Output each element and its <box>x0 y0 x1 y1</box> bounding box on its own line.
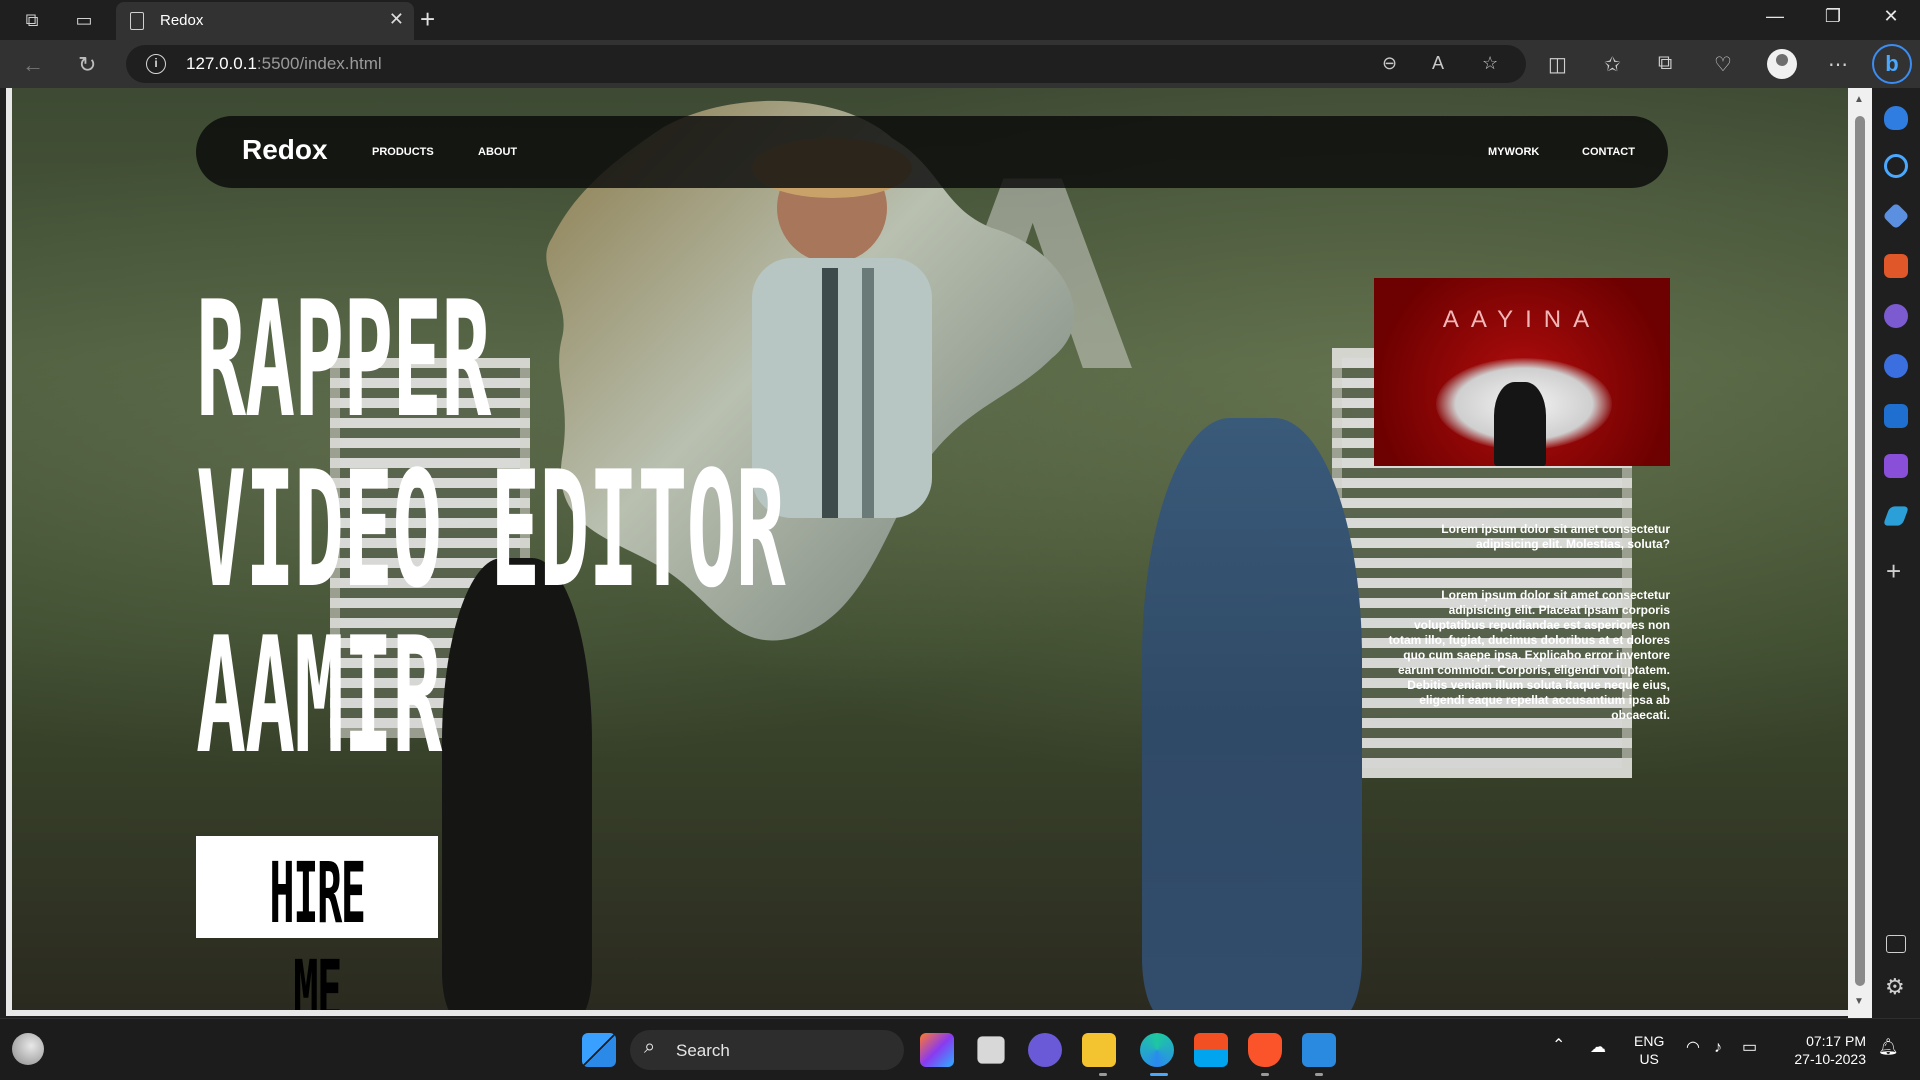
store-icon[interactable] <box>1194 1033 1228 1067</box>
notifications-icon[interactable] <box>1884 106 1908 130</box>
tools-icon[interactable] <box>1884 254 1908 278</box>
file-explorer-icon[interactable] <box>1082 1033 1116 1067</box>
search-placeholder: Search <box>676 1041 730 1060</box>
language-code: ENG <box>1634 1033 1665 1049</box>
nav-products[interactable]: PRODUCTS <box>372 146 434 158</box>
site-logo[interactable]: Redox <box>242 134 328 166</box>
minimize-button[interactable]: — <box>1752 6 1798 27</box>
close-tab-icon[interactable]: ✕ <box>389 9 404 30</box>
region-code: US <box>1639 1051 1659 1067</box>
onedrive-icon[interactable]: ☁ <box>1590 1039 1606 1057</box>
taskbar-search[interactable]: ⌕ Search <box>630 1030 904 1070</box>
vscode-icon[interactable] <box>1302 1033 1336 1067</box>
hire-me-label: HIRE ME <box>269 844 366 1016</box>
outlook-icon[interactable] <box>1884 404 1908 428</box>
add-sidebar-icon[interactable]: + <box>1886 556 1901 587</box>
scroll-up-icon[interactable]: ▲ <box>1854 94 1864 105</box>
close-window-button[interactable]: ✕ <box>1868 6 1914 27</box>
active-indicator <box>1150 1073 1168 1076</box>
workspaces-icon[interactable]: ⧉ <box>20 8 44 32</box>
split-screen-icon[interactable]: ◫ <box>1548 52 1567 77</box>
favorites-icon[interactable]: ✩ <box>1604 52 1621 77</box>
hire-me-button[interactable]: HIRE ME <box>196 836 438 1010</box>
performance-icon[interactable]: ♡ <box>1714 52 1732 77</box>
teams-chat-icon[interactable] <box>1028 1033 1062 1067</box>
page-viewport: A Redox PRODUCTS ABOUT MYWORK CONTACT RA… <box>6 88 1848 1016</box>
zoom-icon[interactable]: ⊖ <box>1382 53 1397 74</box>
microsoft-365-icon[interactable] <box>1884 354 1908 378</box>
windows-taskbar: ⌕ Search ⌃ ☁ ENG US ◠ ♪ ▭ 07:17 PM 27-10… <box>0 1018 1920 1080</box>
url-host: 127.0.0.1 <box>186 54 257 73</box>
tab-actions-icon[interactable]: ▭ <box>72 8 96 32</box>
language-indicator[interactable]: ENG US <box>1634 1032 1664 1068</box>
brave-icon[interactable] <box>1248 1033 1282 1067</box>
nav-about[interactable]: ABOUT <box>478 146 517 158</box>
edge-sidebar: + ⚙ <box>1872 88 1920 1018</box>
running-indicator <box>1315 1073 1323 1076</box>
edge-icon[interactable] <box>1140 1033 1174 1067</box>
page-scrollbar[interactable]: ▲ ▼ <box>1848 88 1872 1018</box>
show-hidden-icons[interactable]: ⌃ <box>1552 1037 1565 1055</box>
nav-mywork[interactable]: MYWORK <box>1488 146 1539 158</box>
sidebar-settings-icon[interactable]: ⚙ <box>1885 974 1905 1000</box>
read-aloud-icon[interactable]: A <box>1432 53 1444 74</box>
copilot-icon[interactable]: b <box>1872 44 1912 84</box>
games-icon[interactable] <box>1884 304 1908 328</box>
notification-bell-icon[interactable]: 🔔︎ <box>1878 1039 1898 1057</box>
running-indicator <box>1261 1073 1269 1076</box>
start-icon[interactable] <box>582 1033 616 1067</box>
album-title: AAYINA <box>1442 306 1602 333</box>
document-icon <box>130 12 144 30</box>
favorite-icon[interactable]: ☆ <box>1482 53 1498 74</box>
hero-line-video-editor: VIDEO EDITOR <box>196 436 786 623</box>
hide-sidebar-icon[interactable] <box>1886 935 1906 953</box>
wifi-icon[interactable]: ◠ <box>1686 1039 1700 1057</box>
clock[interactable]: 07:17 PM 27-10-2023 <box>1786 1032 1866 1068</box>
site-info-icon[interactable]: i <box>146 54 166 74</box>
person-right <box>1142 418 1362 1010</box>
volume-icon[interactable]: ♪ <box>1714 1039 1722 1057</box>
back-icon[interactable]: ← <box>22 52 44 78</box>
tab-redox[interactable]: Redox ✕ <box>116 2 414 40</box>
clock-time: 07:17 PM <box>1806 1033 1866 1049</box>
task-view-icon[interactable] <box>977 1036 1005 1064</box>
search-icon: ⌕ <box>644 1036 656 1058</box>
intro-paragraph: Lorem ipsum dolor sit amet consectetur a… <box>1441 522 1670 551</box>
hero-line-rapper: RAPPER <box>196 266 491 453</box>
drop-icon[interactable] <box>1882 506 1910 526</box>
battery-icon[interactable]: ▭ <box>1742 1039 1757 1057</box>
url-text: 127.0.0.1:5500/index.html <box>186 54 382 74</box>
album-figure <box>1494 382 1546 466</box>
address-bar: ← ↻ i 127.0.0.1:5500/index.html ⊖ A ☆ ◫ … <box>0 40 1920 88</box>
refresh-icon[interactable]: ↻ <box>78 52 96 78</box>
running-indicator <box>1099 1073 1107 1076</box>
weather-icon[interactable] <box>12 1033 44 1065</box>
restore-button[interactable]: ❐ <box>1810 6 1856 27</box>
nav-contact[interactable]: CONTACT <box>1582 146 1635 158</box>
url-field[interactable]: i 127.0.0.1:5500/index.html ⊖ A ☆ <box>126 45 1526 83</box>
new-tab-button[interactable]: + <box>420 4 435 35</box>
profile-icon[interactable] <box>1767 49 1797 79</box>
scroll-down-icon[interactable]: ▼ <box>1854 996 1864 1007</box>
hero-line-aamir: AAMIR <box>196 602 442 789</box>
clock-date: 27-10-2023 <box>1794 1051 1866 1067</box>
copilot-preview-icon[interactable] <box>920 1033 954 1067</box>
description-paragraph: Lorem ipsum dolor sit amet consectetur a… <box>1388 588 1670 722</box>
album-cover[interactable]: AAYINA <box>1374 278 1670 466</box>
more-icon[interactable]: ⋯ <box>1828 52 1848 77</box>
designer-icon[interactable] <box>1884 454 1908 478</box>
search-sidebar-icon[interactable] <box>1884 154 1908 178</box>
url-path: :5500/index.html <box>256 54 382 73</box>
tab-title: Redox <box>160 12 204 29</box>
shopping-icon[interactable] <box>1882 202 1910 230</box>
tab-bar: ⧉ ▭ Redox ✕ + — ❐ ✕ <box>0 0 1920 40</box>
scroll-thumb[interactable] <box>1855 116 1865 986</box>
collections-icon[interactable]: ⧉ <box>1658 52 1672 75</box>
site-navbar: Redox PRODUCTS ABOUT MYWORK CONTACT <box>196 116 1668 188</box>
